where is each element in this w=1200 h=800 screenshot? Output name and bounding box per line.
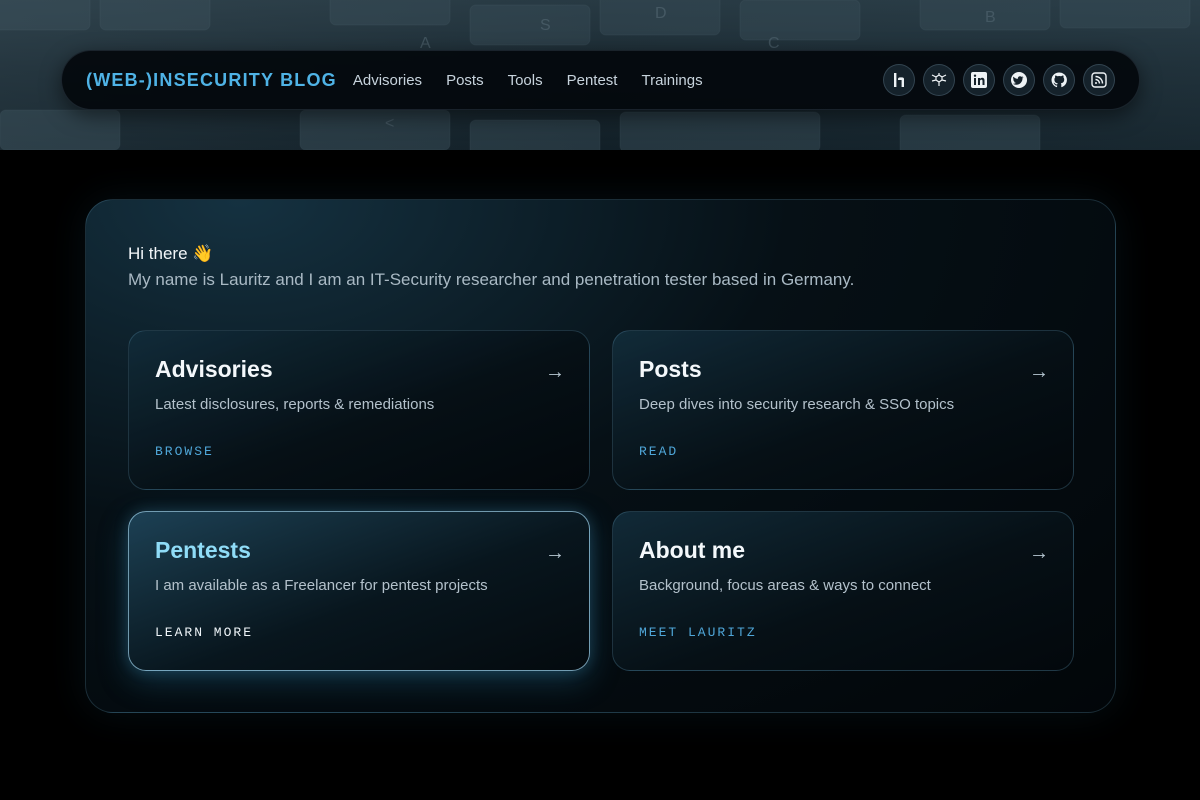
site-brand[interactable]: (WEB-)INSECURITY BLOG <box>86 70 337 91</box>
nav-link-tools[interactable]: Tools <box>508 72 543 89</box>
card-posts[interactable]: Posts → Deep dives into security researc… <box>612 330 1074 490</box>
card-pentests[interactable]: Pentests → I am available as a Freelance… <box>128 511 590 671</box>
nav-link-advisories[interactable]: Advisories <box>353 72 422 89</box>
card-title: Posts <box>639 356 702 382</box>
intro-panel: Hi there 👋 My name is Lauritz and I am a… <box>85 199 1116 713</box>
greeting-text: Hi there 👋 <box>128 244 214 263</box>
card-description: Latest disclosures, reports & remediatio… <box>155 396 435 413</box>
card-cta-browse[interactable]: BROWSE <box>155 444 214 459</box>
twitter-icon[interactable] <box>1003 64 1035 96</box>
top-navbar: (WEB-)INSECURITY BLOG Advisories Posts T… <box>61 50 1140 110</box>
bugcrowd-icon[interactable] <box>923 64 955 96</box>
arrow-right-icon: → <box>1029 361 1049 383</box>
social-links <box>883 64 1115 96</box>
arrow-right-icon: → <box>545 361 565 383</box>
intro-text: My name is Lauritz and I am an IT-Securi… <box>128 270 855 289</box>
card-cta-learn-more[interactable]: LEARN MORE <box>155 625 253 640</box>
card-about-me[interactable]: About me → Background, focus areas & way… <box>612 511 1074 671</box>
card-cta-meet-lauritz[interactable]: MEET LAURITZ <box>639 625 757 640</box>
card-title: Pentests <box>155 537 251 563</box>
hackerone-icon[interactable] <box>883 64 915 96</box>
arrow-right-icon: → <box>545 542 565 564</box>
arrow-right-icon: → <box>1029 542 1049 564</box>
card-description: Deep dives into security research & SSO … <box>639 396 955 413</box>
card-title: Advisories <box>155 356 273 382</box>
card-description: I am available as a Freelancer for pente… <box>155 577 488 594</box>
rss-icon[interactable] <box>1083 64 1115 96</box>
card-advisories[interactable]: Advisories → Latest disclosures, reports… <box>128 330 590 490</box>
nav-link-pentest[interactable]: Pentest <box>567 72 618 89</box>
card-cta-read[interactable]: READ <box>639 444 678 459</box>
github-icon[interactable] <box>1043 64 1075 96</box>
nav-link-trainings[interactable]: Trainings <box>641 72 702 89</box>
linkedin-icon[interactable] <box>963 64 995 96</box>
card-description: Background, focus areas & ways to connec… <box>639 577 931 594</box>
nav-link-posts[interactable]: Posts <box>446 72 484 89</box>
card-title: About me <box>639 537 746 563</box>
nav-links: Advisories Posts Tools Pentest Trainings <box>353 72 703 89</box>
